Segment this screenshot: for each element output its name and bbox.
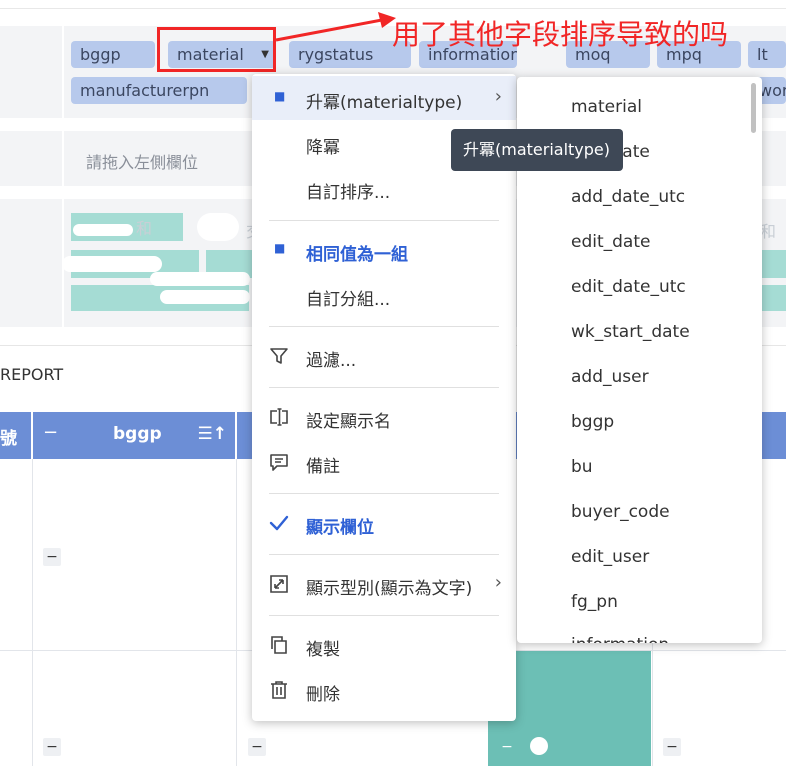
scrollbar[interactable]	[751, 83, 756, 133]
chevron-right-icon: ›	[494, 86, 502, 107]
menu-separator	[269, 554, 499, 555]
grid-header-cell[interactable]: 號	[0, 412, 31, 459]
field-chip-bggp[interactable]: bggp	[71, 41, 155, 68]
redaction-scribble	[197, 213, 239, 241]
menu-item-label: 顯示型別(顯示為文字)	[306, 579, 473, 599]
menu-item-sort-ascending[interactable]: ■ 升冪(materialtype) ›	[252, 76, 516, 120]
menu-item-label: 複製	[306, 640, 340, 660]
menu-separator	[269, 615, 499, 616]
menu-item-filter[interactable]: 過濾...	[252, 334, 516, 378]
grid-header-label: 號	[0, 429, 17, 449]
selected-mark-icon: ■	[274, 241, 286, 255]
field-context-menu: ■ 升冪(materialtype) › 降冪 自訂排序... ■ 相同值為一組…	[252, 74, 516, 721]
menu-item-label: 備註	[306, 457, 340, 477]
top-divider	[0, 8, 786, 9]
collapse-icon[interactable]: −	[43, 738, 61, 756]
menu-item-label: 相同值為一組	[306, 245, 408, 265]
annotation-arrow-icon	[275, 12, 396, 42]
menu-item-label: 過濾...	[306, 351, 357, 371]
menu-item-group-same-values[interactable]: ■ 相同值為一組	[252, 228, 516, 272]
collapse-icon[interactable]: −	[43, 422, 58, 443]
trash-icon	[271, 681, 287, 699]
submenu-item[interactable]: edit_date	[571, 232, 650, 252]
menu-item-label: 自訂排序...	[306, 183, 391, 203]
menu-item-label: 顯示欄位	[306, 518, 374, 538]
grid-line	[236, 459, 237, 766]
tooltip: 升冪(materialtype)	[451, 129, 623, 171]
grid-header-label: bggp	[113, 424, 162, 444]
drop-hint: 請拖入左側欄位	[86, 153, 199, 172]
menu-separator	[269, 387, 499, 388]
submenu-item[interactable]: add_date_utc	[571, 187, 685, 207]
selected-mark-icon: ■	[274, 89, 286, 103]
redacted-block	[762, 285, 786, 311]
menu-item-delete[interactable]: 刪除	[252, 668, 516, 712]
menu-item-set-display-name[interactable]: 設定顯示名	[252, 395, 516, 439]
menu-item-label: 降冪	[306, 138, 340, 158]
submenu-item[interactable]: edit_date_utc	[571, 277, 686, 297]
indicator-dot-icon	[530, 737, 548, 755]
menu-item-show-field[interactable]: 顯示欄位	[252, 501, 516, 545]
redaction-scribble	[62, 256, 162, 272]
comment-icon	[270, 454, 288, 471]
submenu-item[interactable]: buyer_code	[571, 502, 670, 522]
expand-icon	[270, 575, 288, 593]
faint-text: 和	[760, 222, 777, 241]
submenu-item[interactable]: add_user	[571, 367, 649, 387]
submenu-item[interactable]: bu	[571, 457, 593, 477]
grid-line	[32, 459, 33, 766]
submenu-item[interactable]: information	[571, 635, 669, 643]
menu-separator	[269, 493, 499, 494]
menu-item-custom-group[interactable]: 自訂分組...	[252, 273, 516, 317]
menu-separator	[269, 220, 499, 221]
chip-label: lt	[757, 45, 768, 64]
field-chip-manufacturerpn[interactable]: manufacturerpn	[71, 77, 247, 104]
copy-icon	[271, 636, 287, 654]
menu-separator	[269, 326, 499, 327]
chip-label: manufacturerpn	[80, 81, 210, 100]
menu-item-note[interactable]: 備註	[252, 440, 516, 484]
submenu-item[interactable]: material	[571, 97, 642, 117]
collapse-icon[interactable]: −	[663, 738, 681, 756]
chip-label: bggp	[80, 45, 121, 64]
redaction-scribble	[150, 272, 250, 286]
grid-header-bggp[interactable]: − bggp ☰↑	[33, 412, 235, 459]
redaction-scribble	[73, 224, 133, 236]
collapse-icon[interactable]: −	[43, 548, 61, 566]
report-title: REPORT	[0, 365, 64, 384]
menu-item-label: 刪除	[306, 685, 340, 705]
annotation-box-material-chip	[157, 27, 276, 72]
chip-label: rygstatus	[298, 45, 374, 64]
menu-item-custom-sort[interactable]: 自訂排序...	[252, 166, 516, 210]
zone-divider	[62, 26, 64, 118]
submenu-item[interactable]: fg_pn	[571, 592, 618, 612]
menu-item-display-type[interactable]: 顯示型別(顯示為文字) ›	[252, 562, 516, 606]
menu-item-label: 升冪(materialtype)	[306, 93, 463, 113]
menu-item-label: 設定顯示名	[306, 412, 391, 432]
faint-text: 和	[136, 219, 153, 238]
grid-header-cell[interactable]	[237, 412, 253, 459]
annotation-text: 用了其他字段排序导致的吗	[392, 18, 729, 51]
redacted-block	[762, 250, 786, 278]
submenu-item[interactable]: bggp	[571, 412, 614, 432]
collapse-icon[interactable]: −	[248, 738, 266, 756]
chip-label: wor	[759, 81, 786, 100]
menu-item-copy[interactable]: 複製	[252, 623, 516, 667]
zone-divider	[62, 131, 64, 186]
field-chip-lt[interactable]: lt	[748, 41, 786, 68]
checkmark-icon	[269, 515, 289, 531]
chevron-right-icon: ›	[494, 572, 502, 593]
rename-icon	[270, 408, 288, 426]
redaction-scribble	[160, 290, 250, 304]
sort-ascending-icon[interactable]: ☰↑	[198, 424, 227, 444]
submenu-item[interactable]: edit_user	[571, 547, 649, 567]
submenu-item[interactable]: wk_start_date	[571, 322, 690, 342]
collapse-icon[interactable]: −	[498, 738, 516, 756]
menu-item-label: 自訂分組...	[306, 290, 391, 310]
filter-icon	[270, 348, 288, 364]
